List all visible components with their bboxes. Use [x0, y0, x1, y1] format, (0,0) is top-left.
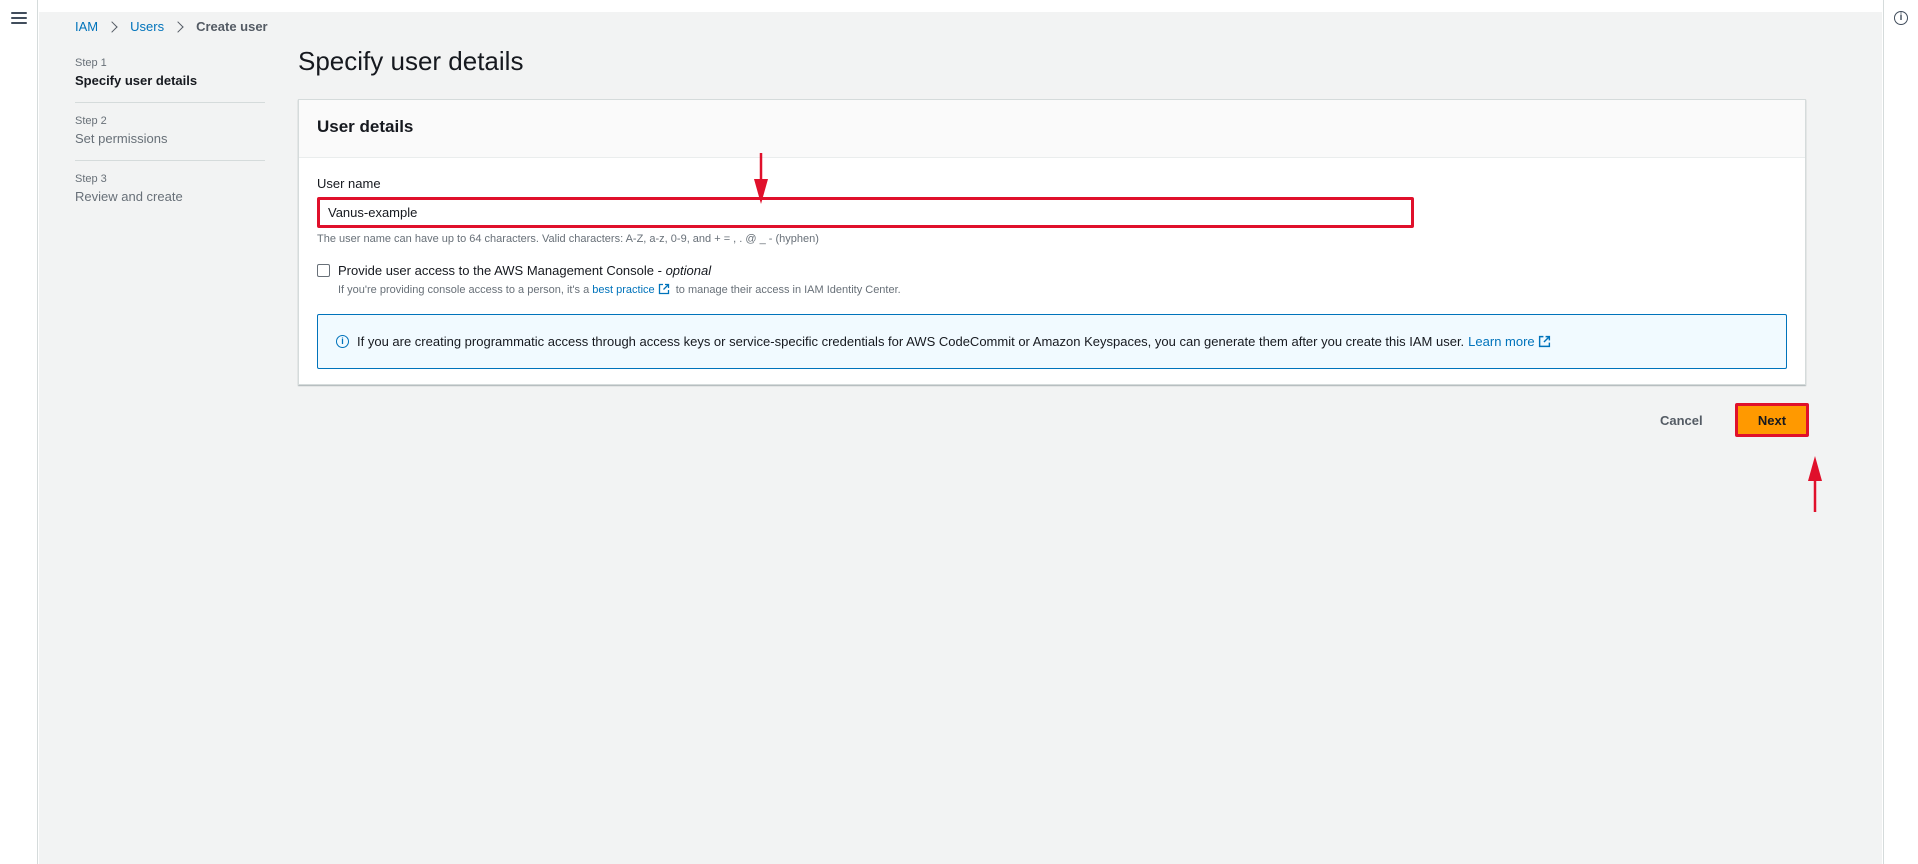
external-link-icon [658, 283, 669, 295]
hamburger-menu-icon[interactable] [11, 12, 27, 26]
annotation-arrow-down-icon [754, 153, 768, 204]
step-number: Step 2 [75, 115, 107, 127]
chevron-right-icon [172, 20, 184, 33]
alert-text: If you are creating programmatic access … [357, 334, 1465, 349]
step-title[interactable]: Review and create [75, 189, 265, 204]
optional-text: optional [665, 263, 712, 278]
username-hint: The user name can have up to 64 characte… [317, 233, 819, 245]
username-input[interactable] [317, 197, 1414, 228]
step-1: Step 1 Specify user details [75, 57, 265, 103]
left-navigation-rail [0, 0, 38, 864]
breadcrumb-iam[interactable]: IAM [75, 19, 98, 34]
step-3: Step 3 Review and create [75, 173, 265, 218]
breadcrumb: IAM Users Create user [75, 19, 268, 34]
step-number: Step 3 [75, 173, 107, 185]
page-title: Specify user details [298, 46, 524, 76]
chevron-right-icon [106, 20, 118, 33]
panel-header: User details [299, 100, 1805, 158]
learn-more-link[interactable]: Learn more [1468, 334, 1534, 349]
breadcrumb-current: Create user [196, 19, 268, 34]
wizard-steps: Step 1 Specify user details Step 2 Set p… [75, 57, 265, 230]
username-label: User name [317, 176, 381, 191]
step-title[interactable]: Set permissions [75, 131, 265, 146]
info-icon: i [336, 335, 349, 348]
info-icon[interactable]: i [1894, 11, 1908, 25]
right-tools-rail: i [1883, 0, 1918, 864]
console-sub-suffix: to manage their access in IAM Identity C… [672, 284, 901, 296]
user-details-panel: User details User name The user name can… [298, 99, 1806, 385]
console-access-checkbox[interactable] [317, 264, 330, 277]
cancel-button[interactable]: Cancel [1660, 413, 1703, 428]
info-alert: i If you are creating programmatic acces… [317, 314, 1787, 369]
console-access-description: If you're providing console access to a … [338, 283, 901, 296]
breadcrumb-users[interactable]: Users [130, 19, 164, 34]
console-access-label[interactable]: Provide user access to the AWS Managemen… [338, 263, 711, 278]
external-link-icon [1538, 335, 1550, 348]
console-access-text: Provide user access to the AWS Managemen… [338, 263, 666, 278]
step-2: Step 2 Set permissions [75, 115, 265, 161]
best-practice-link[interactable]: best practice [592, 284, 654, 296]
console-sub-prefix: If you're providing console access to a … [338, 284, 593, 296]
step-title: Specify user details [75, 73, 198, 88]
step-number: Step 1 [75, 57, 107, 69]
next-button[interactable]: Next [1735, 403, 1809, 437]
annotation-arrow-up-icon [1808, 456, 1822, 512]
